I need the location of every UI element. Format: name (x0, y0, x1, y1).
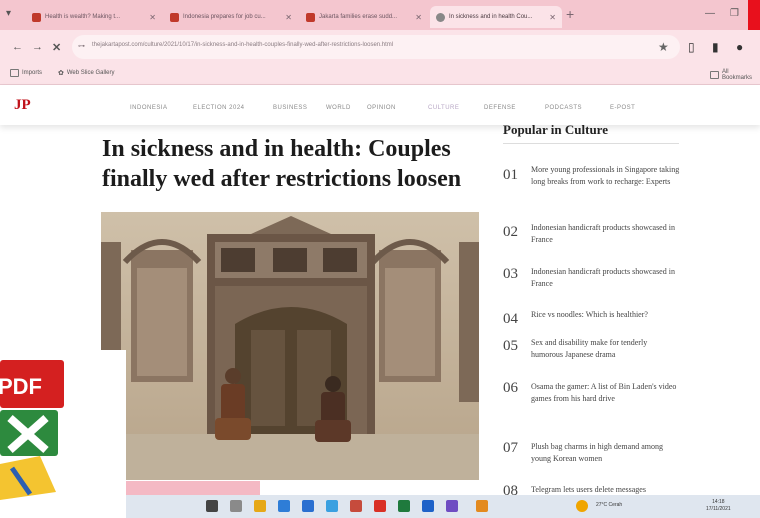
close-tab-icon[interactable]: ✕ (149, 13, 156, 22)
jp-favicon-icon (32, 12, 41, 22)
popular-item-number: 03 (503, 266, 518, 282)
bookmark-imports[interactable]: Imports (10, 69, 42, 77)
close-tab-icon[interactable]: ✕ (415, 13, 422, 22)
popular-item-number: 02 (503, 224, 518, 240)
jp-favicon-icon (170, 12, 179, 22)
clock-time: 14:18 (712, 499, 725, 505)
bookmark-star-icon[interactable]: ★ (658, 40, 669, 54)
nav-business[interactable]: BUSINESS (273, 105, 307, 111)
maximize-icon[interactable]: ❐ (730, 8, 739, 19)
chrome-icon[interactable] (374, 500, 386, 512)
new-tab-icon[interactable]: + (566, 6, 574, 22)
loading-favicon-icon (436, 12, 445, 22)
popular-item-link[interactable]: Osama the gamer: A list of Bin Laden's v… (531, 381, 681, 405)
popular-item-link[interactable]: Rice vs noodles: Which is healthier? (531, 309, 681, 321)
tab-search-icon[interactable]: ▾ (6, 8, 11, 19)
nav-indonesia[interactable]: INDONESIA (130, 105, 168, 111)
article-headline: In sickness and in health: Couples final… (102, 136, 462, 192)
close-window-button[interactable] (748, 0, 760, 30)
tab-4-label: In sickness and in health Cou... (449, 14, 533, 20)
stop-icon[interactable]: ✕ (52, 41, 61, 54)
tab-2-label: Indonesia prepares for job cu... (183, 14, 266, 20)
nav-podcasts[interactable]: PODCASTS (545, 105, 582, 111)
popular-item-number: 05 (503, 338, 518, 354)
popular-item-link[interactable]: Plush bag charms in high demand among yo… (531, 441, 681, 465)
nav-world[interactable]: WORLD (326, 105, 351, 111)
bookmark-web-slice[interactable]: ✿ Web Slice Gallery (58, 69, 114, 77)
nav-election[interactable]: ELECTION 2024 (193, 105, 245, 111)
mail-icon[interactable] (326, 500, 338, 512)
file-icon[interactable] (230, 500, 242, 512)
edge-icon[interactable] (278, 500, 290, 512)
extension-icon[interactable]: ▯ (688, 40, 695, 54)
popular-item-number: 07 (503, 440, 518, 456)
tab-3-label: Jakarta families erase sudd... (319, 14, 398, 20)
task-view-icon[interactable] (206, 500, 218, 512)
tab-4-active[interactable]: In sickness and in health Cou... ✕ (430, 6, 562, 28)
taskbar (126, 495, 760, 518)
bookmark-label: Imports (22, 70, 43, 76)
folder-icon (10, 69, 19, 77)
desktop-strip (126, 481, 260, 495)
weather-icon[interactable] (576, 500, 588, 512)
url-text: thejakartapost.com/culture/2021/10/17/in… (92, 42, 394, 48)
site-nav: JP INDONESIA ELECTION 2024 BUSINESS WORL… (0, 85, 760, 125)
close-tab-icon[interactable]: ✕ (285, 13, 292, 22)
nav-opinion[interactable]: OPINION (367, 105, 396, 111)
weather-text[interactable]: 27°C Cerah (596, 502, 622, 508)
app-icon[interactable] (422, 500, 434, 512)
popular-item-link[interactable]: More young professionals in Singapore ta… (531, 164, 681, 188)
sidebar-title: Popular in Culture (503, 122, 608, 137)
site-info-icon[interactable]: ⊶ (78, 42, 85, 50)
tab-strip: ▾ Health is wealth? Making t... ✕ Indone… (0, 0, 760, 30)
file-explorer-icon[interactable] (254, 500, 266, 512)
forward-icon[interactable]: → (32, 41, 43, 53)
popular-item-link[interactable]: Sex and disability make for tenderly hum… (531, 337, 681, 361)
back-icon[interactable]: ← (12, 41, 23, 53)
word-icon[interactable] (302, 500, 314, 512)
jp-favicon-icon (306, 12, 315, 22)
close-tab-icon[interactable]: ✕ (549, 13, 556, 22)
popular-item-number: 06 (503, 380, 518, 396)
nav-epost[interactable]: E-POST (610, 105, 635, 111)
profile-icon[interactable]: ● (736, 40, 743, 54)
clock-date: 17/11/2021 (706, 506, 731, 512)
minimize-icon[interactable]: — (705, 8, 715, 19)
tab-1-label: Health is wealth? Making t... (45, 14, 121, 20)
all-bookmarks[interactable]: All Bookmarks (710, 69, 760, 81)
sidebar-divider (503, 143, 679, 144)
popular-item-number: 01 (503, 167, 518, 183)
site-logo[interactable]: JP (14, 97, 31, 114)
excel-icon[interactable] (398, 500, 410, 512)
popular-item-number: 04 (503, 311, 518, 327)
folder-icon (710, 71, 719, 79)
app-icon[interactable] (350, 500, 362, 512)
all-bookmarks-label: All Bookmarks (721, 69, 752, 81)
browser-toolbar: ← → ✕ ⊶ thejakartapost.com/culture/2021/… (0, 30, 760, 64)
pdf-to-excel-icon[interactable]: PDF (0, 360, 70, 500)
pdf-label: PDF (0, 374, 42, 399)
nav-defense[interactable]: DEFENSE (484, 105, 516, 111)
bookmark-label: Web Slice Gallery (66, 70, 115, 76)
nav-culture[interactable]: CULTURE (428, 105, 459, 111)
web-slice-icon: ✿ (58, 70, 64, 77)
app-icon[interactable] (476, 500, 488, 512)
article-photo (101, 212, 479, 480)
tab-2[interactable]: Indonesia prepares for job cu... ✕ (164, 6, 298, 28)
popular-item-link[interactable]: Indonesian handicraft products showcased… (531, 266, 681, 290)
tab-3[interactable]: Jakarta families erase sudd... ✕ (300, 6, 428, 28)
popular-item-link[interactable]: Indonesian handicraft products showcased… (531, 222, 681, 246)
app-icon[interactable] (446, 500, 458, 512)
tab-1[interactable]: Health is wealth? Making t... ✕ (26, 6, 162, 28)
system-clock[interactable]: 14:18 17/11/2021 (706, 499, 731, 513)
sidepanel-icon[interactable]: ▮ (712, 40, 719, 54)
bookmarks-bar: Imports ✿ Web Slice Gallery All Bookmark… (0, 64, 760, 85)
